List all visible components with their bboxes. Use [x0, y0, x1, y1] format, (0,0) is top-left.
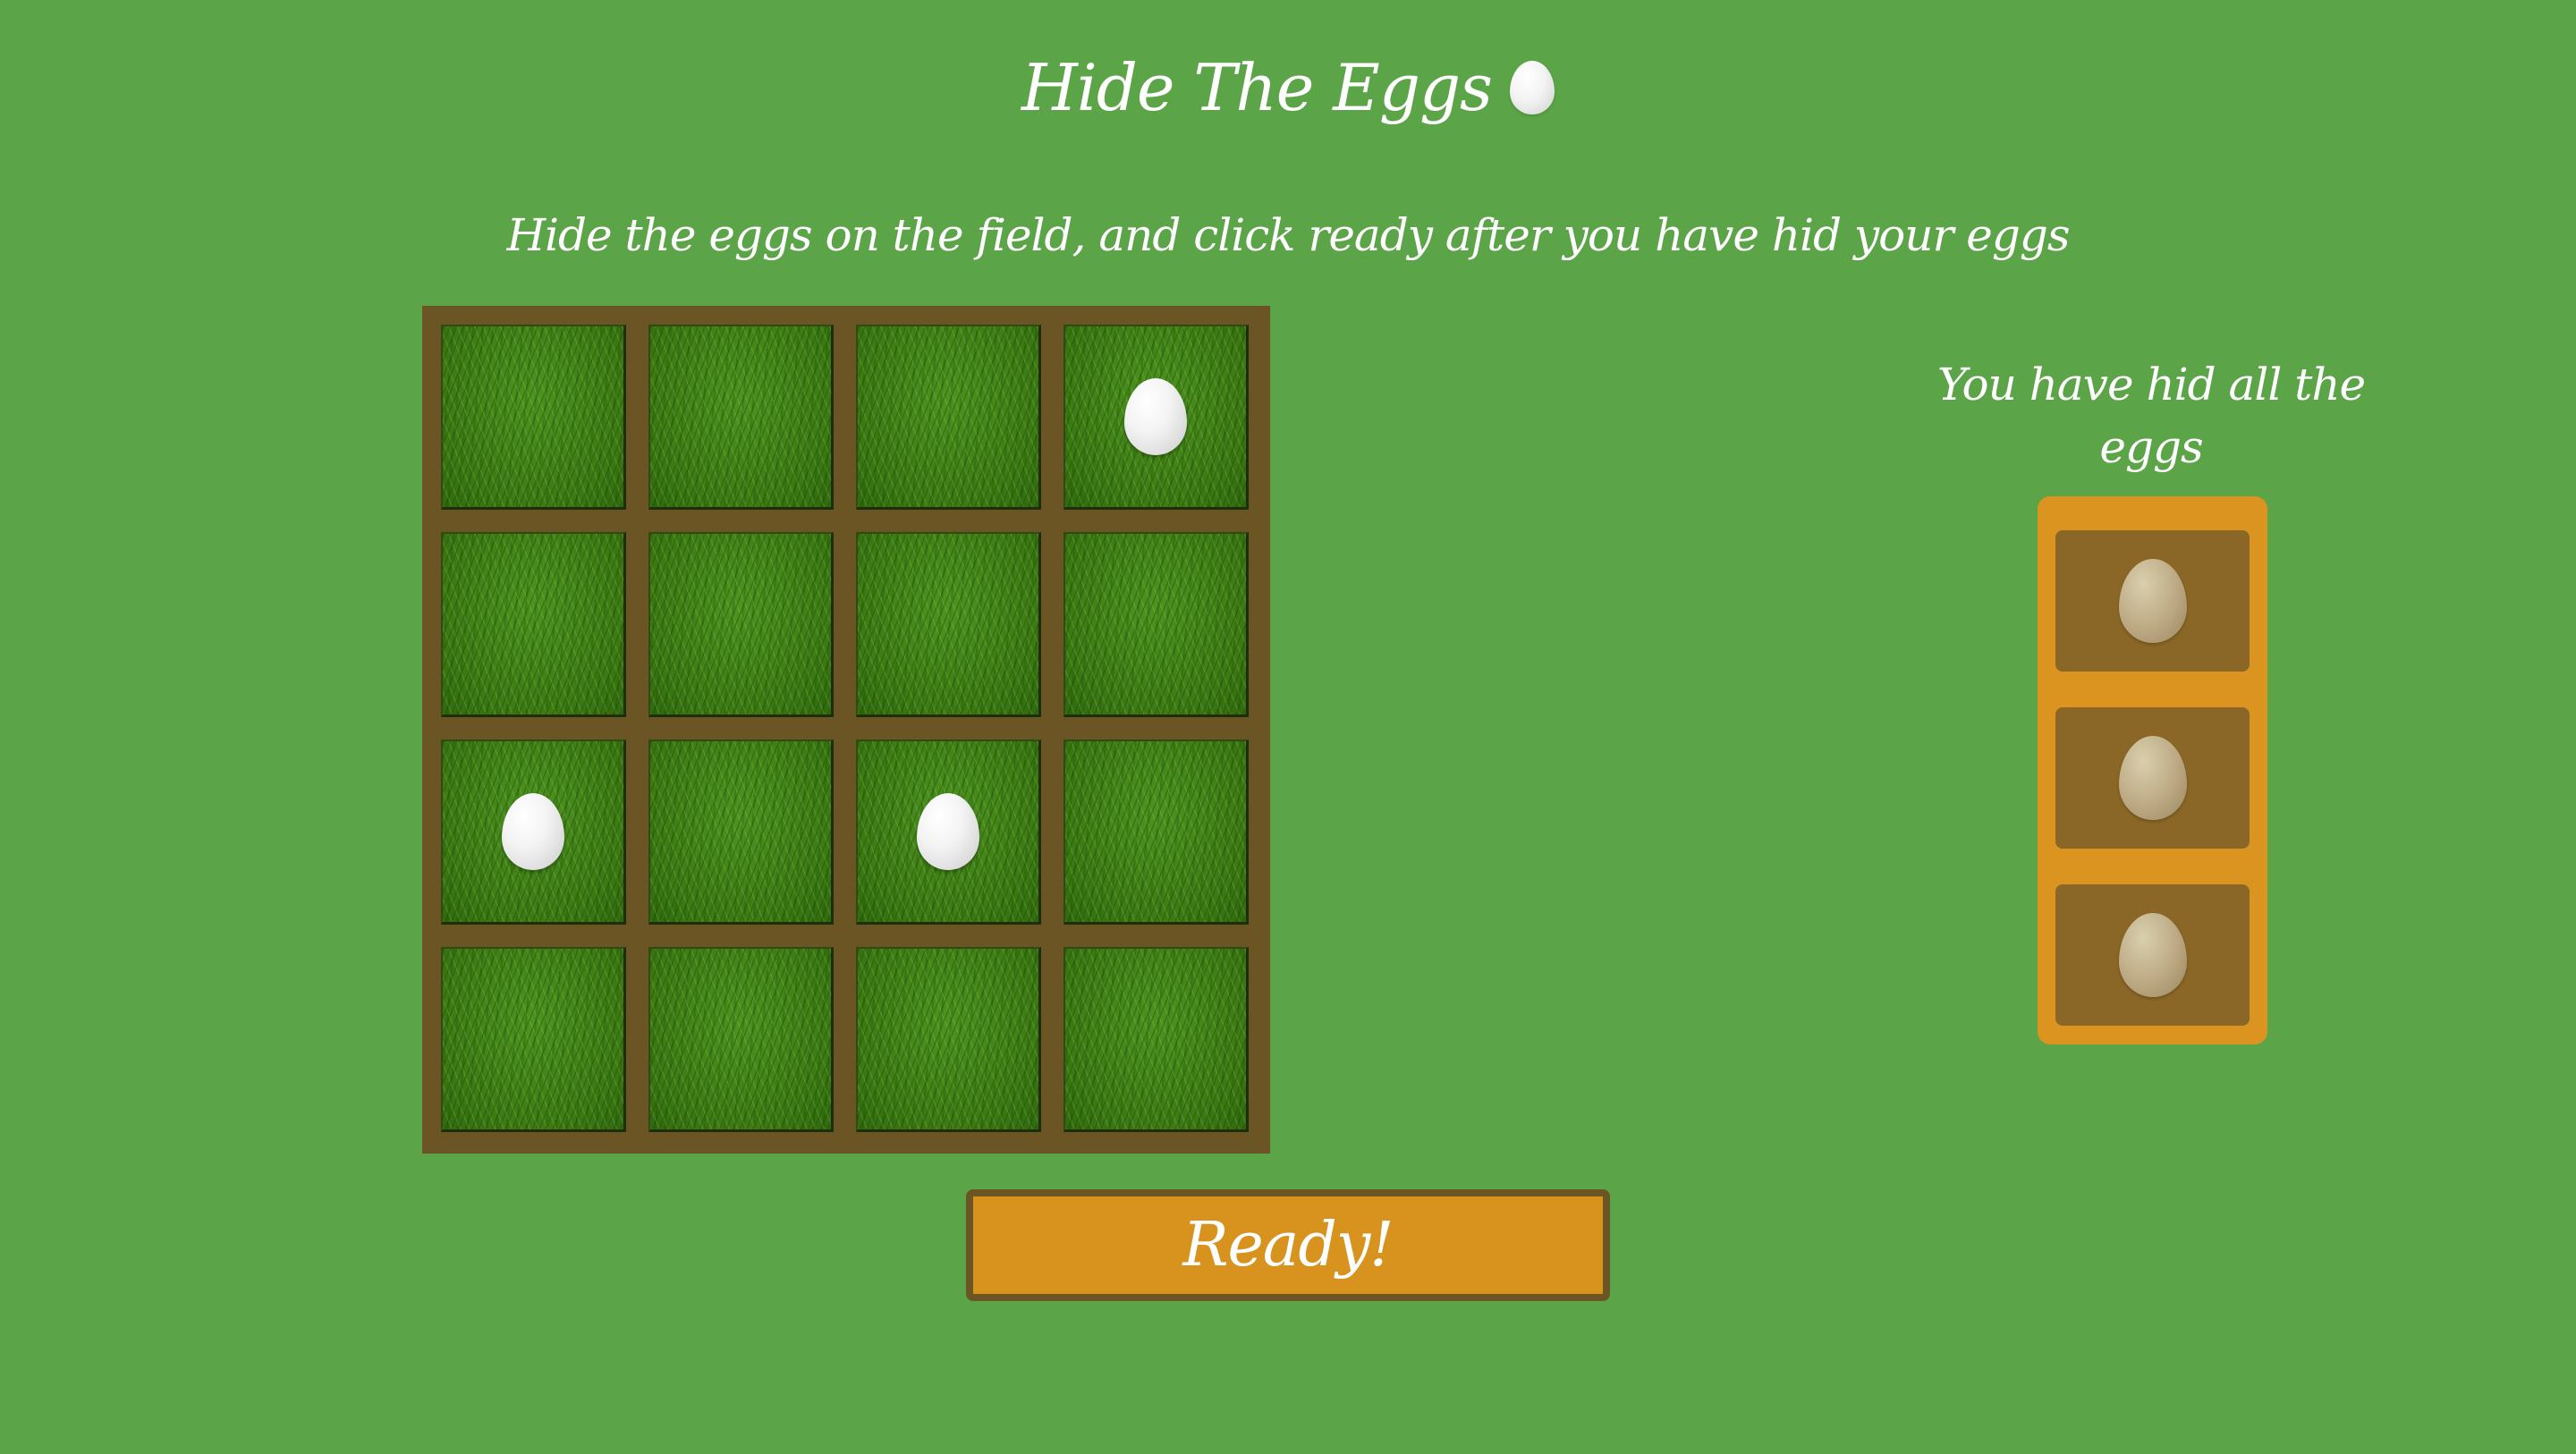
field-cell[interactable] [1063, 740, 1249, 925]
egg-slot [2055, 707, 2250, 849]
ready-button[interactable]: Ready! [966, 1189, 1610, 1301]
field-cell[interactable] [441, 325, 626, 510]
egg-icon [2118, 559, 2187, 643]
field-cell[interactable] [856, 532, 1041, 717]
hiding-field [422, 306, 1270, 1154]
field-cell[interactable] [648, 740, 834, 925]
field-cell[interactable] [856, 325, 1041, 510]
egg-icon [1124, 378, 1187, 455]
field-cell[interactable] [856, 947, 1041, 1132]
field-cell[interactable] [441, 532, 626, 717]
status-message: You have hid all the eggs [1936, 359, 2366, 473]
field-cell[interactable] [441, 947, 626, 1132]
field-cell[interactable] [648, 947, 834, 1132]
egg-icon [917, 793, 979, 870]
egg-slot [2055, 884, 2250, 1026]
title-text: Hide The Eggs [1021, 50, 1493, 125]
egg-slot [2055, 530, 2250, 672]
field-cell[interactable] [648, 325, 834, 510]
egg-icon [502, 793, 564, 870]
egg-icon [1509, 61, 1555, 114]
page-title: Hide The Eggs [0, 38, 2576, 132]
field-cell[interactable] [856, 740, 1041, 925]
field-cell[interactable] [441, 740, 626, 925]
field-cell[interactable] [648, 532, 834, 717]
egg-icon [2118, 913, 2187, 997]
egg-inventory-box [2038, 496, 2267, 1044]
instructions-text: Hide the eggs on the field, and click re… [506, 209, 2070, 261]
field-cell[interactable] [1063, 947, 1249, 1132]
field-cell[interactable] [1063, 532, 1249, 717]
field-cell[interactable] [1063, 325, 1249, 510]
egg-icon [2118, 736, 2187, 820]
